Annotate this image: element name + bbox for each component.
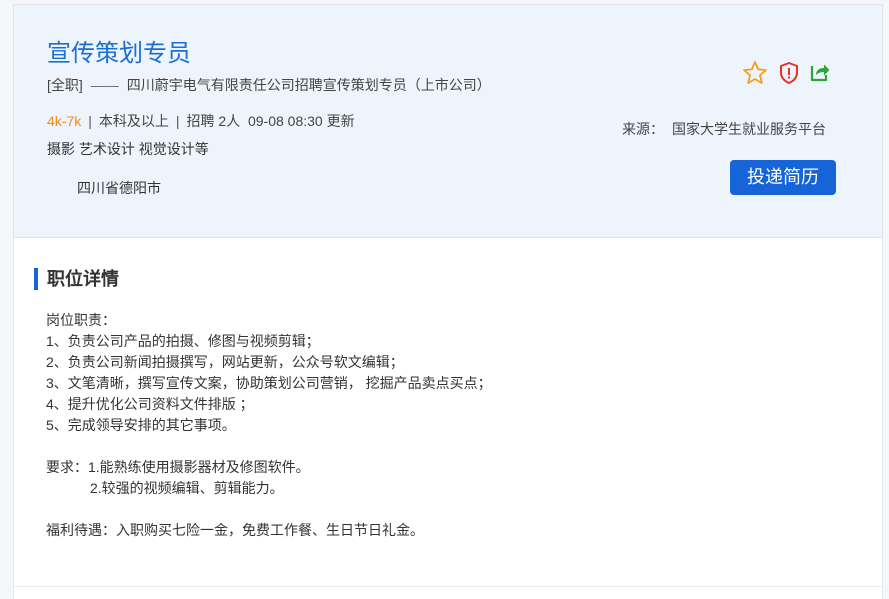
- company-post[interactable]: 四川蔚宇电气有限责任公司招聘宣传策划专员（上市公司）: [127, 77, 491, 93]
- description-line: 1、负责公司产品的拍摄、修图与视频剪辑；: [46, 333, 320, 349]
- education: 本科及以上: [98, 113, 169, 129]
- description-line: 3、文笔清晰，撰写宣传文案，协助策划公司营销， 挖掘产品卖点买点；: [46, 375, 492, 391]
- requirement-line: 要求：1.能熟练使用摄影器材及修图软件。: [46, 459, 310, 475]
- divider: [14, 586, 882, 587]
- share-icon[interactable]: [808, 60, 834, 86]
- requirement-line: 2.较强的视频编辑、剪辑能力。: [90, 480, 284, 496]
- subtitle-dash: ——: [90, 77, 119, 93]
- job-location: 四川省德阳市: [77, 180, 161, 196]
- apply-resume-button[interactable]: 投递简历: [730, 160, 836, 195]
- updated-time: 09-08 08:30 更新: [247, 113, 355, 129]
- star-icon[interactable]: [742, 60, 768, 86]
- job-subtitle: [全职] —— 四川蔚宇电气有限责任公司招聘宣传策划专员（上市公司）: [47, 75, 491, 95]
- headcount: 招聘 2人: [186, 113, 241, 129]
- salary: 4k-7k: [47, 113, 82, 129]
- benefits-line: 福利待遇：入职购买七险一金，免费工作餐、生日节日礼金。: [46, 522, 424, 538]
- job-source: 来源： 国家大学生就业服务平台: [622, 119, 826, 139]
- job-header-card: 宣传策划专员 [全职] —— 四川蔚宇电气有限责任公司招聘宣传策划专员（上市公司） …: [13, 4, 883, 238]
- meta-separator: |: [175, 113, 180, 129]
- shield-icon[interactable]: [777, 61, 803, 87]
- job-description: 岗位职责： 1、负责公司产品的拍摄、修图与视频剪辑； 2、负责公司新闻拍摄撰写，…: [46, 310, 492, 541]
- description-line: 2、负责公司新闻拍摄撰写，网站更新，公众号软文编辑；: [46, 354, 404, 370]
- source-value: 国家大学生就业服务平台: [672, 121, 826, 137]
- skill-tags: 摄影 艺术设计 视觉设计等: [47, 141, 209, 157]
- meta-separator: |: [88, 113, 92, 129]
- job-detail-card: 职位详情 岗位职责： 1、负责公司产品的拍摄、修图与视频剪辑； 2、负责公司新闻…: [13, 238, 883, 599]
- job-title: 宣传策划专员: [47, 40, 191, 67]
- action-icons: [742, 60, 834, 88]
- description-line: 4、提升优化公司资料文件排版 ；: [46, 396, 254, 412]
- source-label: 来源：: [622, 121, 664, 137]
- job-type: [全职]: [47, 77, 83, 93]
- description-line: 岗位职责：: [46, 312, 116, 328]
- description-line: 5、完成领导安排的其它事项。: [46, 417, 236, 433]
- job-meta: 4k-7k | 本科及以上 | 招聘 2人 09-08 08:30 更新: [47, 111, 355, 131]
- section-heading: 职位详情: [34, 268, 119, 290]
